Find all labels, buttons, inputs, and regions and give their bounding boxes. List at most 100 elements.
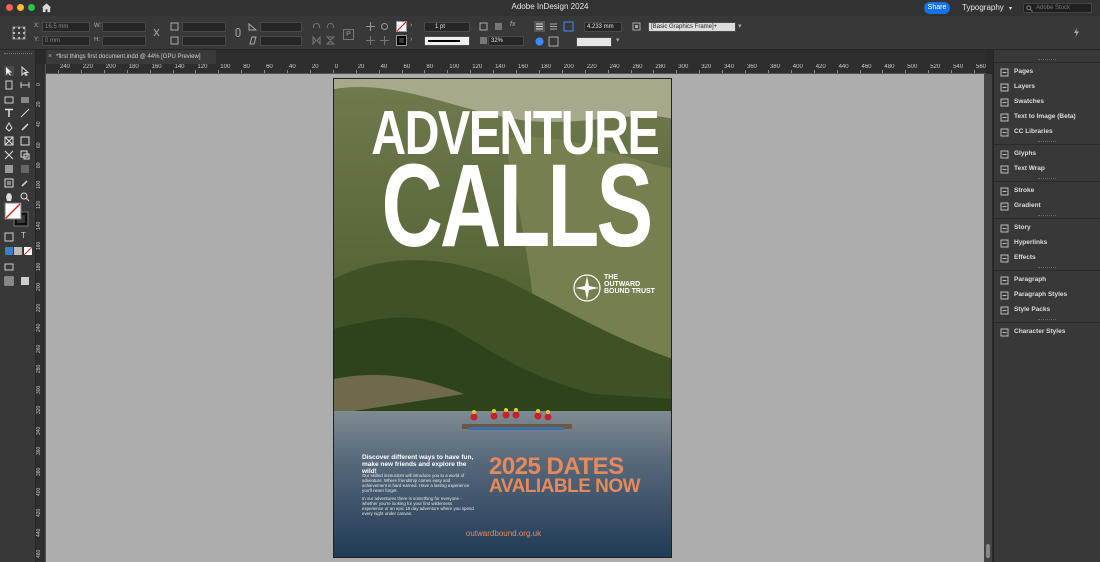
object-style-select[interactable]: [Basic Graphics Frame]+ — [648, 22, 736, 32]
gradient-feather-tool-icon[interactable] — [20, 164, 30, 174]
select-next-icon[interactable] — [380, 36, 389, 45]
rotate-icon[interactable] — [248, 22, 257, 31]
panel-item-swatches[interactable]: Swatches — [994, 95, 1100, 109]
selection-tool-icon[interactable] — [4, 66, 14, 76]
rotate-ccw-icon[interactable] — [326, 22, 335, 31]
screen-mode-menu-icon[interactable] — [20, 276, 30, 286]
opacity-field[interactable]: 32% — [488, 36, 524, 46]
free-transform-tool-icon[interactable] — [20, 150, 30, 160]
panel-group-grip[interactable] — [1038, 267, 1056, 269]
chevron-down-icon[interactable]: ▾ — [738, 22, 742, 30]
flip-horizontal-icon[interactable] — [312, 36, 321, 45]
text-wrap-box-icon[interactable] — [494, 22, 503, 31]
panel-group-grip[interactable] — [1038, 59, 1056, 61]
adobe-stock-search[interactable]: Adobe Stock — [1023, 3, 1092, 13]
text-wrap-none-icon[interactable] — [479, 22, 488, 31]
panel-item-paragraph-styles[interactable]: Paragraph Styles — [994, 288, 1100, 302]
panel-item-story[interactable]: Story — [994, 221, 1100, 235]
panel-group-grip[interactable] — [1038, 319, 1056, 321]
formatting-text-icon[interactable]: T — [21, 231, 26, 240]
reference-point-icon[interactable] — [12, 26, 26, 40]
panel-item-pages[interactable]: Pages — [994, 65, 1100, 79]
panel-group-grip[interactable] — [1038, 141, 1056, 143]
scale-x-icon[interactable] — [170, 22, 179, 31]
vertical-scrollbar[interactable] — [984, 74, 992, 562]
gap-tool-icon[interactable] — [20, 80, 30, 90]
chevron-right-icon[interactable]: › — [410, 36, 412, 43]
corner-shape-select[interactable] — [576, 37, 612, 47]
link-icon[interactable] — [234, 28, 243, 37]
panel-item-text-to-image-beta[interactable]: Text to Image (Beta) — [994, 110, 1100, 124]
y-position-field[interactable]: 0 mm — [42, 36, 90, 46]
auto-fit-icon[interactable] — [534, 36, 545, 47]
poster-page[interactable]: ADVENTURE CALLS THE OUTWARD BOUND TRUST … — [333, 78, 672, 558]
scale-y-icon[interactable] — [170, 36, 179, 45]
panel-group-grip[interactable] — [1038, 178, 1056, 180]
panel-item-gradient[interactable]: Gradient — [994, 199, 1100, 213]
screen-mode-icon[interactable] — [4, 276, 14, 286]
panel-item-style-packs[interactable]: Style Packs — [994, 303, 1100, 317]
stroke-weight-field[interactable]: 1 pt — [424, 22, 470, 32]
align-center-icon[interactable] — [548, 21, 559, 32]
chevron-down-icon[interactable]: ▾ — [616, 36, 620, 44]
gradient-swatch-tool-icon[interactable] — [4, 164, 14, 174]
content-placer-icon[interactable] — [20, 94, 30, 104]
flip-vertical-icon[interactable] — [326, 36, 335, 45]
pencil-tool-icon[interactable] — [20, 122, 30, 132]
constrain-proportions-icon[interactable] — [152, 28, 161, 37]
scissors-tool-icon[interactable] — [4, 150, 14, 160]
scale-y-field[interactable] — [182, 36, 226, 46]
page-tool-icon[interactable] — [4, 80, 14, 90]
fitting-offset-field[interactable]: 4.233 mm — [584, 22, 622, 32]
fill-stroke-swatch[interactable] — [4, 202, 30, 228]
stroke-swatch-icon[interactable] — [396, 35, 407, 46]
align-left-icon[interactable] — [534, 21, 545, 32]
rotate-cw-icon[interactable] — [312, 22, 321, 31]
panel-item-effects[interactable]: Effects — [994, 251, 1100, 265]
document-tab[interactable]: × *first things first document.indd @ 44… — [46, 50, 216, 64]
rectangle-frame-tool-icon[interactable] — [4, 136, 14, 146]
chevron-right-icon[interactable]: › — [410, 22, 412, 29]
formatting-container-icon[interactable] — [4, 232, 14, 242]
zoom-tool-icon[interactable] — [20, 192, 30, 202]
content-aware-fit-icon[interactable] — [548, 36, 559, 47]
hand-tool-icon[interactable] — [4, 192, 14, 202]
eyedropper-tool-icon[interactable] — [20, 178, 30, 188]
panel-item-glyphs[interactable]: Glyphs — [994, 147, 1100, 161]
fx-icon[interactable]: fx — [510, 21, 515, 28]
rotation-field[interactable] — [260, 22, 302, 32]
panel-item-text-wrap[interactable]: Text Wrap — [994, 162, 1100, 176]
apply-none-icon[interactable] — [23, 246, 33, 256]
fill-swatch-icon[interactable] — [396, 21, 407, 32]
panel-item-character-styles[interactable]: Character Styles — [994, 325, 1100, 339]
vertical-ruler[interactable]: 0 20 40 60 80 100 120 140 160 180 200 220 240 260 280 3… — [36, 64, 46, 562]
shear-field[interactable] — [260, 36, 302, 46]
shear-icon[interactable] — [248, 36, 257, 45]
height-field[interactable] — [102, 36, 146, 46]
share-button[interactable]: Share — [924, 2, 950, 14]
scrollbar-thumb[interactable] — [986, 544, 990, 558]
x-position-field[interactable]: 16.5 mm — [42, 22, 90, 32]
select-previous-icon[interactable] — [366, 36, 375, 45]
panel-item-stroke[interactable]: Stroke — [994, 184, 1100, 198]
rectangle-tool-icon[interactable] — [20, 136, 30, 146]
panel-item-cc-libraries[interactable]: CC Libraries — [994, 125, 1100, 139]
scale-x-field[interactable] — [182, 22, 226, 32]
close-icon[interactable]: × — [48, 50, 52, 64]
select-container-icon[interactable] — [366, 22, 375, 31]
panel-item-layers[interactable]: Layers — [994, 80, 1100, 94]
direct-selection-tool-icon[interactable] — [20, 66, 30, 76]
horizontal-ruler[interactable]: 240 220 200 180 160 140 120 100 80 60 40 20 0 20 40 60 8… — [46, 64, 986, 74]
select-content-icon[interactable] — [380, 22, 389, 31]
frame-fitting-icon[interactable] — [563, 21, 574, 32]
panel-item-hyperlinks[interactable]: Hyperlinks — [994, 236, 1100, 250]
line-tool-icon[interactable] — [20, 108, 30, 118]
apply-gradient-icon[interactable] — [13, 246, 23, 256]
width-field[interactable] — [102, 22, 146, 32]
content-collector-icon[interactable] — [4, 94, 14, 104]
panel-item-paragraph[interactable]: Paragraph — [994, 273, 1100, 287]
lightning-icon[interactable] — [1072, 28, 1081, 37]
stroke-type-select[interactable] — [424, 36, 470, 46]
workspace-switcher[interactable]: Typography ▾ — [962, 3, 1012, 12]
type-tool-icon[interactable] — [4, 108, 14, 118]
